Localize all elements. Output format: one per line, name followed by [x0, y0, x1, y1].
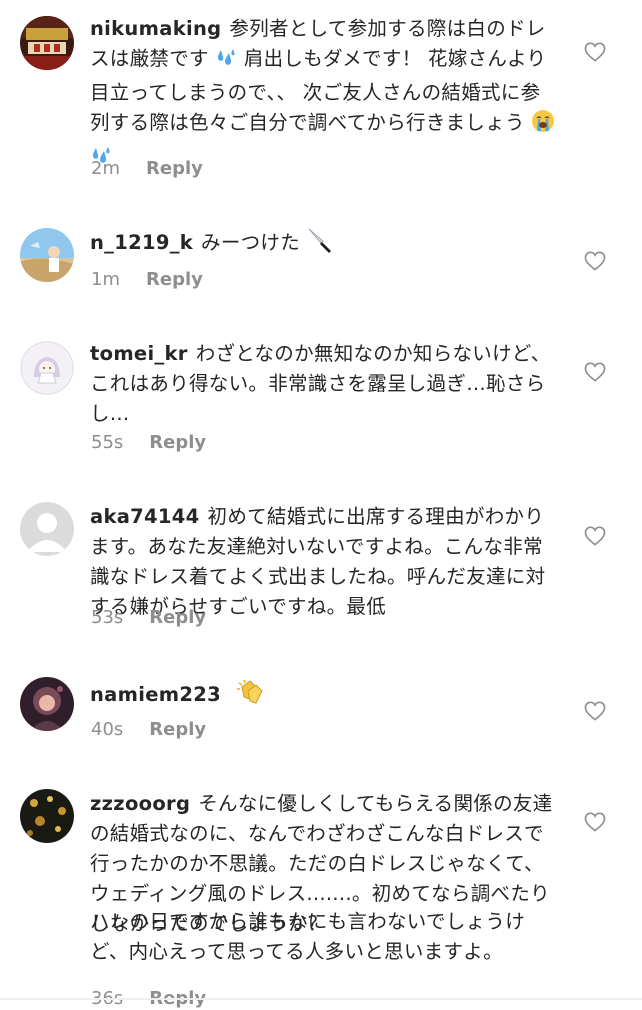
tomei_kr-avatar-image [20, 341, 74, 395]
heart-outline-icon[interactable] [584, 251, 606, 271]
reply-button[interactable]: Reply [146, 158, 203, 179]
comment-username[interactable]: nikumaking [90, 17, 221, 40]
sweat-droplets-emoji [215, 47, 237, 78]
comment-meta: 55s Reply [91, 432, 206, 454]
comment-timestamp: 40s [91, 719, 124, 740]
reply-button[interactable]: Reply [149, 607, 206, 628]
reply-button[interactable]: Reply [146, 269, 203, 290]
comment-username[interactable]: n_1219_k [90, 231, 193, 254]
avatar[interactable] [20, 341, 74, 395]
default-avatar-image [20, 502, 74, 556]
zzzooorg-avatar-image [20, 789, 74, 843]
comment-meta: 2m Reply [91, 158, 203, 180]
comment-text-continued: ハレの日ですから誰もなにも言わないでしょうけど、内心えって思ってる人多いと思いま… [90, 910, 526, 963]
comment-meta: 1m Reply [91, 269, 203, 291]
avatar[interactable] [20, 228, 74, 282]
comment-body: tomei_kr わざとなのか無知なのか知らないけど、これはあり得ない。非常識さを… [90, 339, 560, 429]
heart-outline-icon[interactable] [584, 42, 606, 62]
kitchen-knife-emoji [307, 227, 335, 262]
comment-timestamp: 53s [91, 607, 124, 628]
comment-body: nikumaking 参列者として参加する際は白のドレスは厳禁です 肩出しもダメで… [90, 14, 560, 176]
comment-body: namiem223 [90, 677, 560, 714]
comment-meta: 53s Reply [91, 607, 206, 629]
comment-timestamp: 55s [91, 432, 124, 453]
comment-body: n_1219_k みーつけた [90, 227, 560, 262]
comment-body-paragraph-2: ハレの日ですから誰もなにも言わないでしょうけど、内心えって思ってる人多いと思いま… [90, 907, 560, 967]
comment-timestamp: 2m [91, 158, 120, 179]
loudly-crying-face-emoji [531, 109, 555, 142]
avatar[interactable] [20, 16, 74, 70]
heart-outline-icon[interactable] [584, 362, 606, 382]
heart-outline-icon[interactable] [584, 701, 606, 721]
namiem223-avatar-image [20, 677, 74, 731]
comment-username[interactable]: namiem223 [90, 683, 221, 706]
avatar[interactable] [20, 677, 74, 731]
comment-username[interactable]: aka74144 [90, 505, 200, 528]
avatar[interactable] [20, 789, 74, 843]
heart-outline-icon[interactable] [584, 526, 606, 546]
heart-outline-icon[interactable] [584, 812, 606, 832]
avatar[interactable] [20, 502, 74, 556]
comment-username[interactable]: zzzooorg [90, 792, 190, 815]
comment-body: aka74144 初めて結婚式に出席する理由がわかります。あなた友達絶対いないです… [90, 502, 560, 622]
comment-text: みーつけた [201, 231, 301, 254]
reply-button[interactable]: Reply [149, 432, 206, 453]
comment-timestamp: 1m [91, 269, 120, 290]
clapping-hands-emoji [236, 677, 266, 714]
reply-button[interactable]: Reply [149, 719, 206, 740]
comment-meta: 40s Reply [91, 719, 206, 741]
n_1219_k-avatar-image [20, 228, 74, 282]
nikumaking-avatar-image [20, 16, 74, 70]
comment-username[interactable]: tomei_kr [90, 342, 188, 365]
